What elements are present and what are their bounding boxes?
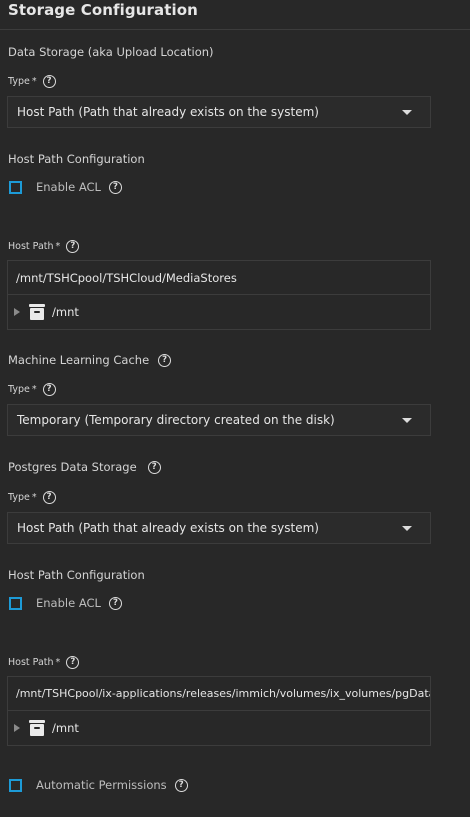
help-circle-icon[interactable]: ? (108, 596, 122, 610)
help-circle-icon[interactable]: ? (42, 75, 56, 88)
caret-down-icon[interactable] (402, 418, 412, 423)
help-circle-icon[interactable]: ? (108, 180, 122, 194)
enable-acl-label[interactable]: Enable ACL (36, 180, 101, 194)
help-circle-icon[interactable]: ? (158, 353, 172, 367)
help-circle-icon[interactable]: ? (66, 656, 80, 669)
tree-node-mnt[interactable]: /mnt (8, 295, 430, 329)
host-path-input[interactable]: /mnt/TSHCpool/TSHCloud/MediaStores (8, 261, 430, 295)
postgres-heading: Postgres Data Storage ? (8, 460, 161, 474)
data-storage-hostpath-config-heading: Host Path Configuration (8, 152, 145, 166)
data-storage-host-path-label: Host Path * ? (8, 240, 80, 253)
title-divider (0, 29, 470, 30)
ml-cache-heading: Machine Learning Cache ? (8, 353, 172, 367)
automatic-permissions-checkbox[interactable] (9, 778, 22, 792)
automatic-permissions-label[interactable]: Automatic Permissions (36, 778, 167, 792)
postgres-enable-acl-row[interactable]: Enable ACL ? (9, 596, 122, 610)
postgres-type-select[interactable]: Host Path (Path that already exists on t… (7, 512, 431, 544)
data-storage-type-label: Type * ? (8, 75, 56, 88)
help-circle-icon[interactable]: ? (66, 240, 80, 253)
data-storage-host-path-explorer: /mnt/TSHCpool/TSHCloud/MediaStores /mnt (7, 260, 431, 330)
tree-node-mnt[interactable]: /mnt (8, 711, 430, 745)
enable-acl-checkbox[interactable] (9, 180, 22, 194)
folder-icon (28, 719, 46, 737)
help-circle-icon[interactable]: ? (42, 383, 56, 396)
postgres-hostpath-config-heading: Host Path Configuration (8, 568, 145, 582)
host-path-input[interactable]: /mnt/TSHCpool/ix-applications/releases/i… (8, 677, 430, 711)
caret-down-icon[interactable] (402, 110, 412, 115)
enable-acl-label[interactable]: Enable ACL (36, 596, 101, 610)
tree-node-label[interactable]: /mnt (52, 721, 79, 735)
help-circle-icon[interactable]: ? (147, 460, 161, 474)
postgres-host-path-explorer: /mnt/TSHCpool/ix-applications/releases/i… (7, 676, 431, 746)
caret-down-icon[interactable] (402, 526, 412, 531)
folder-icon (28, 303, 46, 321)
ml-cache-type-label: Type * ? (8, 383, 56, 396)
data-storage-heading: Data Storage (aka Upload Location) (8, 45, 214, 59)
expand-triangle-icon[interactable] (14, 724, 20, 732)
postgres-type-label: Type * ? (8, 491, 56, 504)
postgres-host-path-label: Host Path * ? (8, 656, 80, 669)
enable-acl-checkbox[interactable] (9, 596, 22, 610)
expand-triangle-icon[interactable] (14, 308, 20, 316)
ml-cache-type-select[interactable]: Temporary (Temporary directory created o… (7, 404, 431, 436)
page-title: Storage Configuration (8, 1, 198, 19)
help-circle-icon[interactable]: ? (42, 491, 56, 504)
help-circle-icon[interactable]: ? (174, 778, 188, 792)
tree-node-label[interactable]: /mnt (52, 305, 79, 319)
data-storage-enable-acl-row[interactable]: Enable ACL ? (9, 180, 122, 194)
automatic-permissions-row[interactable]: Automatic Permissions ? (9, 778, 188, 792)
data-storage-type-select[interactable]: Host Path (Path that already exists on t… (7, 96, 431, 128)
